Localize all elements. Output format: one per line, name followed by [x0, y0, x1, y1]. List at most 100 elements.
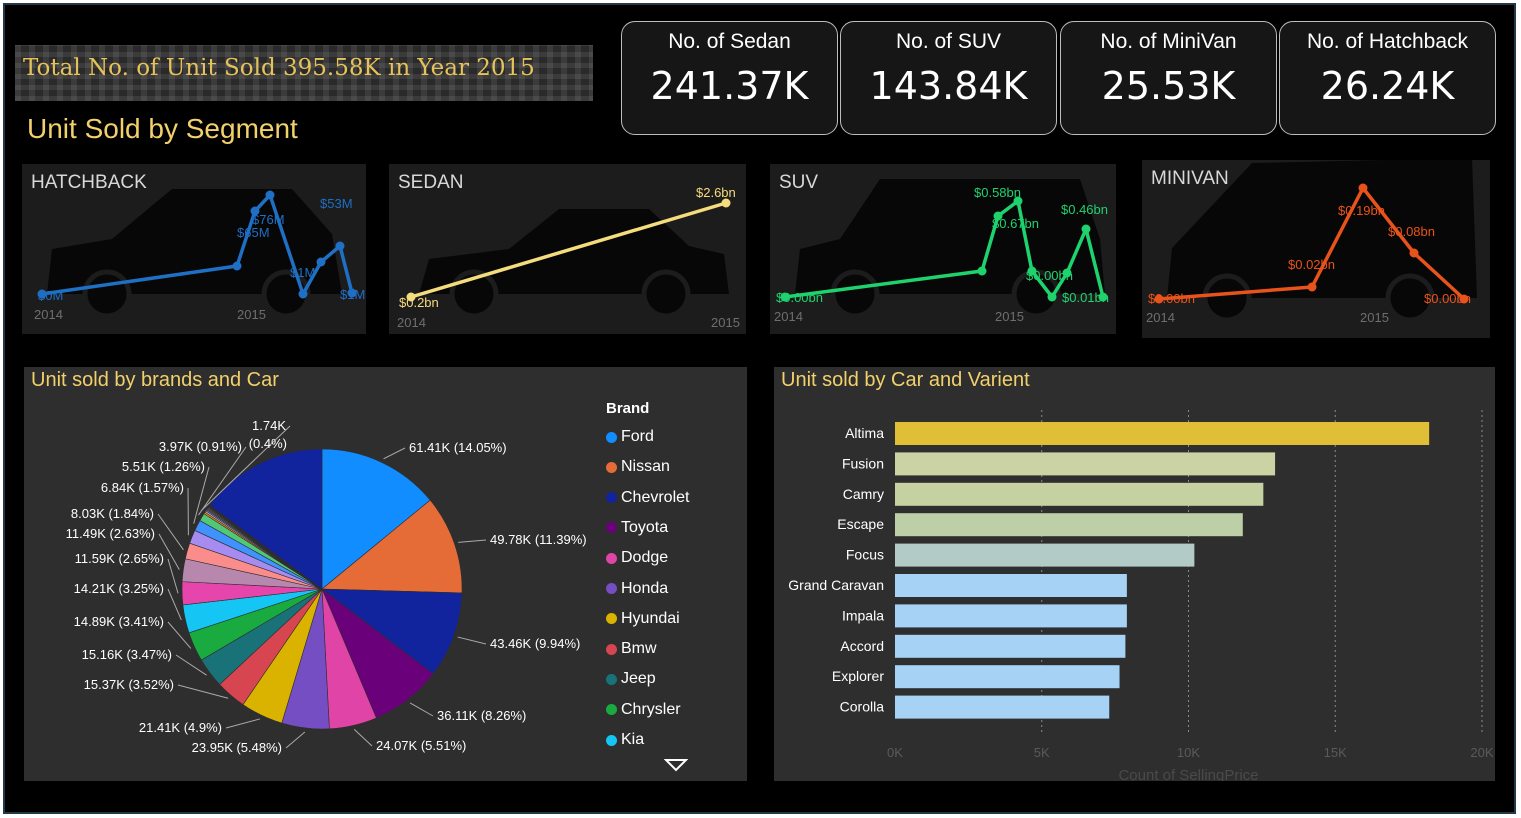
data-label: $0.2bn: [399, 295, 439, 310]
x-tick-label: 0K: [887, 745, 903, 760]
legend-swatch: [606, 643, 617, 655]
pie-data-label: 11.49K (2.63%): [66, 526, 155, 541]
legend-swatch: [606, 734, 617, 746]
bar: [895, 695, 1110, 719]
car-silhouette-icon: [419, 209, 729, 319]
x-axis-label: 2014: [1146, 310, 1175, 325]
data-label: $0.00bn: [1148, 291, 1195, 306]
legend-label: Hyundai: [621, 609, 680, 627]
x-tick-label: 15K: [1324, 745, 1347, 760]
bar: [895, 482, 1264, 506]
segment-card-hatchback[interactable]: 2014 2015 $0M $65M $76M $1M $53M $1M HATCHBACK: [22, 164, 366, 334]
kpi-label: No. of MiniVan: [1100, 30, 1237, 53]
legend-item[interactable]: Ford: [606, 428, 654, 446]
kpi-value: 25.53K: [1101, 64, 1236, 108]
pie-data-label: 21.41K (4.9%): [139, 720, 222, 735]
legend-item[interactable]: Dodge: [606, 549, 668, 567]
bar-chart[interactable]: 0K 5K 10K 15K 20K Altima Fusion Camry Escape Focu…: [774, 367, 1495, 781]
leader-line: [458, 539, 487, 543]
pie-data-label: 24.07K (5.51%): [376, 738, 466, 753]
legend-label: Bmw: [621, 640, 657, 658]
data-point: [1358, 183, 1368, 193]
segment-name: HATCHBACK: [31, 172, 147, 193]
pie-data-label: 14.21K (3.25%): [74, 581, 164, 596]
segment-card-sedan[interactable]: 2014 2015 $0.2bn $2.6bn SEDAN: [389, 164, 746, 334]
y-category-label: Impala: [842, 607, 884, 623]
pie-data-label: 5.51K (1.26%): [122, 459, 205, 474]
legend-item[interactable]: Kia: [606, 731, 644, 749]
data-label: $1M: [290, 265, 315, 280]
leader-line: [285, 731, 306, 749]
x-axis-label: 2015: [995, 309, 1024, 324]
data-label: $0M: [38, 288, 63, 303]
bar: [895, 665, 1120, 689]
pie-data-label: 49.78K (11.39%): [490, 532, 587, 547]
bar: [895, 634, 1126, 658]
legend-swatch: [606, 522, 617, 534]
pie-data-label: 11.59K (2.65%): [75, 551, 164, 566]
data-point: [1307, 282, 1317, 292]
segment-card-minivan[interactable]: 2014 2015 $0.00bn $0.02bn $0.19bn $0.08bn $0.0…: [1142, 160, 1490, 338]
legend-item[interactable]: Toyota: [606, 519, 668, 537]
pie-data-label: 8.03K (1.84%): [71, 506, 154, 521]
data-point: [298, 289, 308, 299]
pie-data-label: 61.41K (14.05%): [409, 440, 507, 455]
legend-item[interactable]: Bmw: [606, 640, 657, 658]
pie-data-label: 36.11K (8.26%): [437, 708, 526, 723]
data-label: $0.46bn: [1061, 202, 1108, 217]
pie-chart-title: Unit sold by brands and Car: [31, 369, 279, 391]
legend-item[interactable]: Chevrolet: [606, 489, 689, 507]
bar: [895, 452, 1276, 476]
data-label: $0.08bn: [1388, 224, 1435, 239]
kpi-value: 241.37K: [650, 64, 809, 108]
x-tick-label: 20K: [1470, 745, 1493, 760]
legend-label: Chevrolet: [621, 488, 690, 506]
pie-data-label: 15.37K (3.52%): [84, 677, 174, 692]
data-point: [316, 257, 326, 267]
kpi-card-minivan[interactable]: No. of MiniVan 25.53K: [1060, 21, 1277, 135]
bar-chart-panel: 0K 5K 10K 15K 20K Altima Fusion Camry Escape Focu…: [774, 367, 1495, 781]
y-category-label: Fusion: [842, 455, 884, 471]
data-point: [335, 241, 345, 251]
pie-data-label: 43.46K (9.94%): [490, 636, 580, 651]
car-silhouette-icon: [47, 189, 342, 319]
x-axis-label: 2015: [237, 307, 266, 322]
legend-swatch: [606, 431, 617, 443]
pie-data-label: 6.84K (1.57%): [101, 480, 184, 495]
pie-data-label: 1.74K: [252, 418, 286, 433]
kpi-card-suv[interactable]: No. of SUV 143.84K: [840, 21, 1057, 135]
legend-title: Brand: [606, 400, 650, 417]
legend-label: Kia: [621, 731, 645, 748]
leader-line: [409, 702, 434, 717]
kpi-card-hatchback[interactable]: No. of Hatchback 26.24K: [1279, 21, 1496, 135]
data-label: $53M: [320, 196, 353, 211]
data-label: $0.00bn: [1424, 291, 1471, 306]
leader-line: [167, 588, 182, 621]
pie-chart-panel: 61.41K (14.05%) 49.78K (11.39%) 43.46K (9.…: [24, 367, 747, 781]
segment-name: MINIVAN: [1151, 168, 1229, 189]
leader-line: [353, 728, 373, 747]
legend-item[interactable]: Chrysler: [606, 701, 681, 719]
segment-card-suv[interactable]: 2014 2015 $0.00bn $0.58bn $0.67bn $0.00bn $0.4…: [770, 164, 1116, 334]
legend-item[interactable]: Honda: [606, 580, 668, 598]
legend-label: Dodge: [621, 549, 669, 567]
legend-item[interactable]: Hyundai: [606, 610, 680, 628]
legend-item[interactable]: Jeep: [606, 670, 656, 688]
kpi-label: No. of Hatchback: [1306, 30, 1469, 53]
data-label: $2.6bn: [696, 185, 736, 200]
legend-scroll-down-icon[interactable]: [664, 758, 688, 774]
kpi-label: No. of SUV: [895, 30, 1002, 53]
x-axis-title: Count of SellingPrice: [1118, 767, 1258, 781]
data-label: $0.58bn: [974, 185, 1021, 200]
bar-chart-title: Unit sold by Car and Varient: [781, 369, 1030, 391]
bar: [895, 574, 1127, 597]
legend-swatch: [606, 492, 617, 504]
kpi-card-sedan[interactable]: No. of Sedan 241.37K: [621, 21, 838, 135]
x-axis-label: 2014: [34, 307, 63, 322]
legend-swatch: [606, 461, 617, 473]
y-category-label: Explorer: [832, 668, 884, 684]
legend-label: Chrysler: [621, 700, 681, 718]
legend-item[interactable]: Nissan: [606, 458, 670, 476]
y-category-label: Camry: [843, 486, 884, 502]
kpi-label: No. of Sedan: [668, 30, 791, 53]
